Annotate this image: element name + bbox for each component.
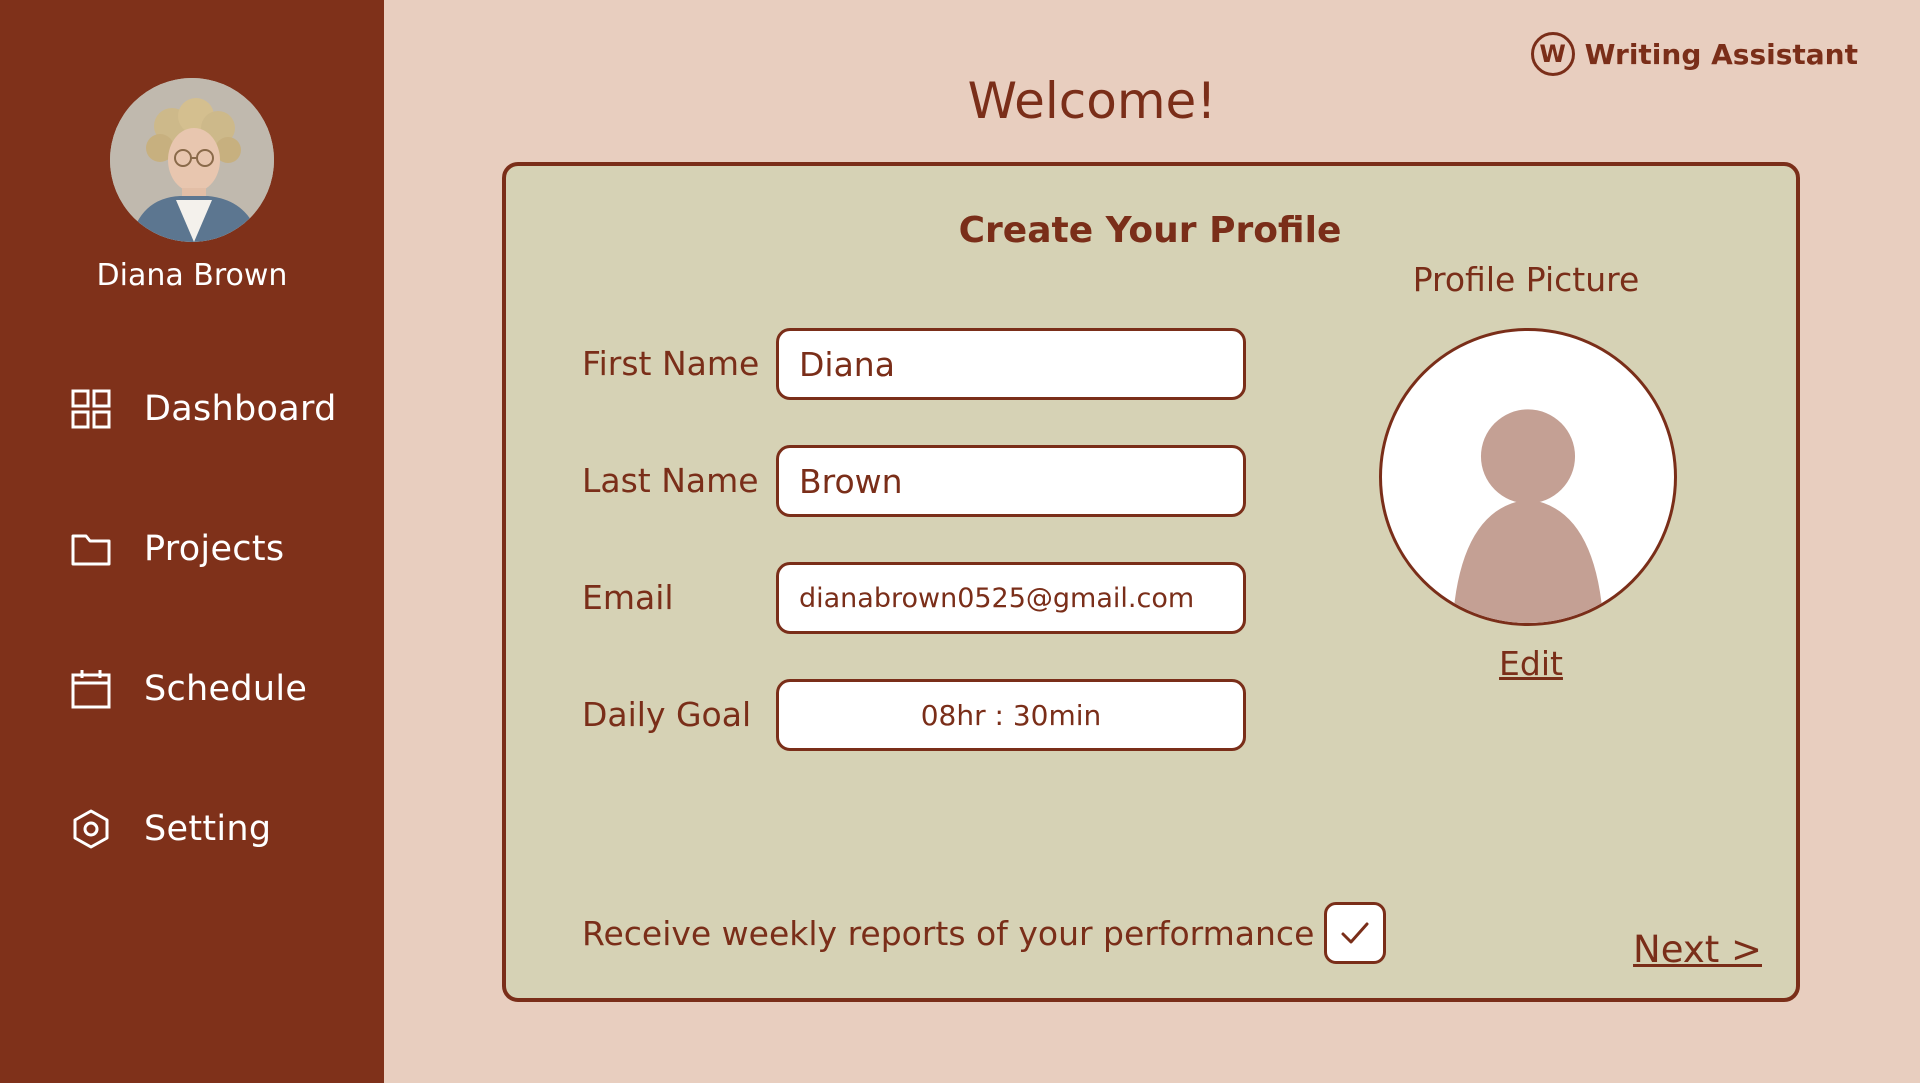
folder-icon bbox=[68, 526, 114, 572]
daily-goal-label: Daily Goal bbox=[582, 695, 752, 734]
first-name-field[interactable] bbox=[799, 344, 1223, 384]
first-name-label: First Name bbox=[582, 344, 760, 383]
sidebar-item-dashboard[interactable]: Dashboard bbox=[68, 384, 337, 434]
email-field[interactable] bbox=[799, 582, 1223, 614]
sidebar-item-label: Projects bbox=[144, 529, 285, 569]
email-field-wrapper bbox=[776, 562, 1246, 634]
sidebar-item-label: Dashboard bbox=[144, 389, 337, 429]
last-name-label: Last Name bbox=[582, 461, 759, 500]
user-photo bbox=[110, 78, 274, 242]
last-name-field-wrapper bbox=[776, 445, 1246, 517]
last-name-field[interactable] bbox=[799, 461, 1223, 501]
brand-logo-icon: W bbox=[1530, 32, 1575, 76]
edit-profile-picture-link[interactable]: Edit bbox=[1376, 644, 1686, 683]
page-title: Welcome! bbox=[967, 72, 1217, 130]
weekly-reports-checkbox[interactable] bbox=[1324, 902, 1386, 964]
email-label: Email bbox=[582, 578, 674, 617]
daily-goal-field[interactable]: 08hr : 30min bbox=[776, 679, 1246, 751]
weekly-reports-label: Receive weekly reports of your performan… bbox=[582, 914, 1315, 953]
checkmark-icon bbox=[1341, 922, 1369, 944]
grid-icon bbox=[68, 386, 114, 432]
form-title: Create Your Profile bbox=[958, 210, 1342, 251]
settings-icon bbox=[68, 806, 114, 852]
sidebar-item-setting[interactable]: Setting bbox=[68, 804, 271, 854]
sidebar-item-label: Setting bbox=[144, 809, 272, 849]
sidebar-item-label: Schedule bbox=[144, 669, 308, 709]
profile-picture-label: Profile Picture bbox=[1412, 260, 1640, 299]
user-placeholder-icon bbox=[1452, 409, 1604, 623]
sidebar-item-schedule[interactable]: Schedule bbox=[68, 664, 307, 714]
brand-name: Writing Assistant bbox=[1584, 37, 1858, 71]
profile-picture-placeholder bbox=[1379, 328, 1677, 626]
avatar[interactable] bbox=[110, 78, 274, 242]
brand: W Writing Assistant bbox=[1530, 32, 1858, 76]
next-button[interactable]: Next > bbox=[1633, 928, 1762, 971]
first-name-field-wrapper bbox=[776, 328, 1246, 400]
sidebar-item-projects[interactable]: Projects bbox=[68, 524, 284, 574]
sidebar: Diana Brown Dashboard Projects Schedule … bbox=[0, 0, 384, 1083]
calendar-icon bbox=[68, 666, 114, 712]
user-name: Diana Brown bbox=[96, 258, 288, 293]
profile-form-card: Create Your Profile First Name Last Name… bbox=[502, 162, 1800, 1002]
